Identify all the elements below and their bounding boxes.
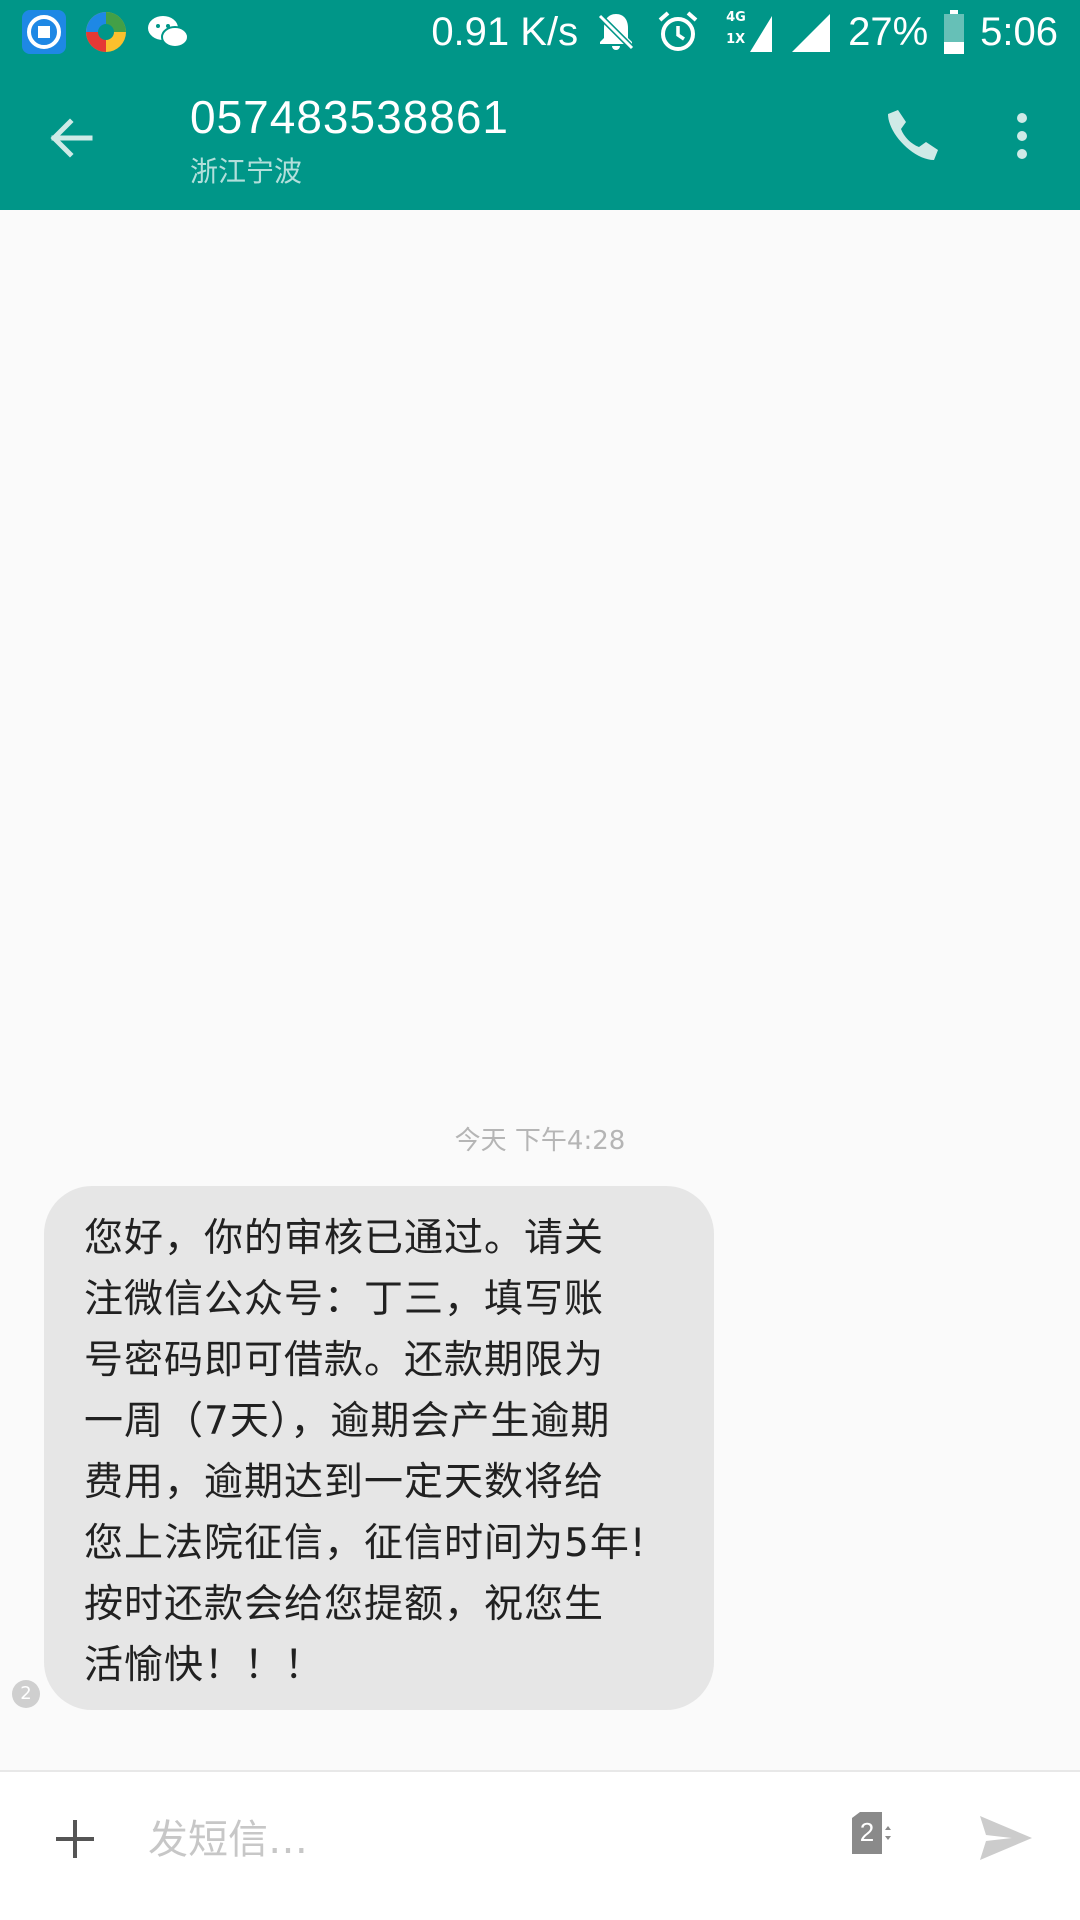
- net-speed: 0.91 K/s: [431, 9, 579, 54]
- plus-icon[interactable]: [50, 1814, 100, 1864]
- conversation-header: 057483538861 浙江宁波: [0, 64, 1080, 210]
- network-label-4g: 4G: [726, 10, 746, 25]
- message-composer: 2: [0, 1770, 1080, 1920]
- colorful-app-icon: [86, 12, 126, 52]
- notification-app-icon: [22, 10, 66, 54]
- alarm-icon: [658, 11, 698, 51]
- phone-icon[interactable]: [880, 104, 944, 168]
- signal-icon: [792, 14, 831, 52]
- bell-off-icon: [597, 13, 635, 51]
- signal-small-icon: [750, 16, 773, 52]
- contact-phone-number: 057483538861: [190, 91, 509, 143]
- sim-selector[interactable]: 2: [846, 1808, 896, 1858]
- network-label-1x: 1X: [726, 32, 746, 47]
- network-type: 4G 1X: [716, 8, 773, 56]
- sim-badge: 2: [12, 1680, 40, 1708]
- arrow-left-icon[interactable]: [40, 106, 104, 170]
- message-text: 您好，你的审核已通过。请关 注微信公众号：丁三，填写账 号密码即可借款。还款期限…: [84, 1216, 647, 1688]
- clock: 5:06: [980, 9, 1058, 54]
- send-icon[interactable]: [974, 1806, 1038, 1870]
- battery-percent: 27%: [848, 9, 929, 54]
- sim-selector-number: 2: [859, 1817, 875, 1847]
- message-input[interactable]: [148, 1800, 788, 1880]
- status-bar: 0.91 K/s 4G 1X 27% 5:06: [0, 0, 1080, 64]
- message-timestamp: 今天 下午4:28: [454, 1126, 626, 1156]
- incoming-message-bubble[interactable]: 您好，你的审核已通过。请关 注微信公众号：丁三，填写账 号密码即可借款。还款期限…: [44, 1186, 714, 1710]
- contact-location: 浙江宁波: [190, 155, 303, 188]
- status-bar-notifications: [20, 8, 192, 56]
- wechat-icon: [148, 16, 189, 48]
- battery-icon: [944, 10, 965, 54]
- more-vert-icon[interactable]: [1000, 104, 1044, 168]
- status-bar-system: 0.91 K/s 4G 1X 27% 5:06: [431, 0, 1058, 64]
